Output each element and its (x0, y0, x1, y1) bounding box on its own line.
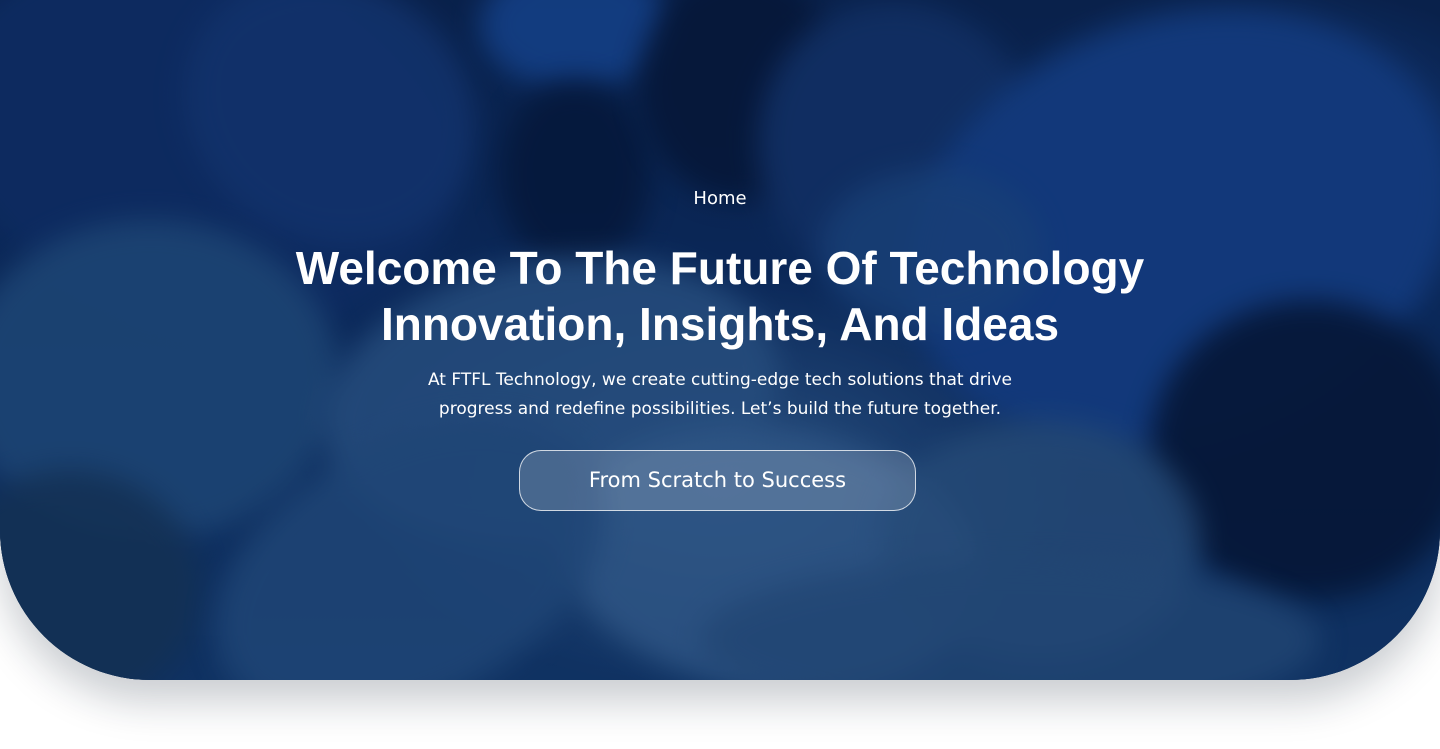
hero-content: Home Welcome To The Future Of Technology… (0, 0, 1440, 680)
hero-subtitle-line-2: progress and redefine possibilities. Let… (438, 399, 1002, 419)
hero-title-line-1: Welcome To The Future Of Technology (295, 242, 1145, 294)
hero-title: Welcome To The Future Of Technology Inno… (0, 240, 1440, 352)
hero-subtitle: At FTFL Technology, we create cutting-ed… (360, 366, 1080, 424)
hero-subtitle-line-1: At FTFL Technology, we create cutting-ed… (427, 370, 1013, 390)
hero-title-line-2: Innovation, Insights, And Ideas (380, 298, 1060, 350)
breadcrumb-home[interactable]: Home (0, 186, 1440, 212)
page: Home Welcome To The Future Of Technology… (0, 0, 1440, 749)
cta-button[interactable]: From Scratch to Success (519, 450, 916, 511)
hero-banner: Home Welcome To The Future Of Technology… (0, 0, 1440, 680)
